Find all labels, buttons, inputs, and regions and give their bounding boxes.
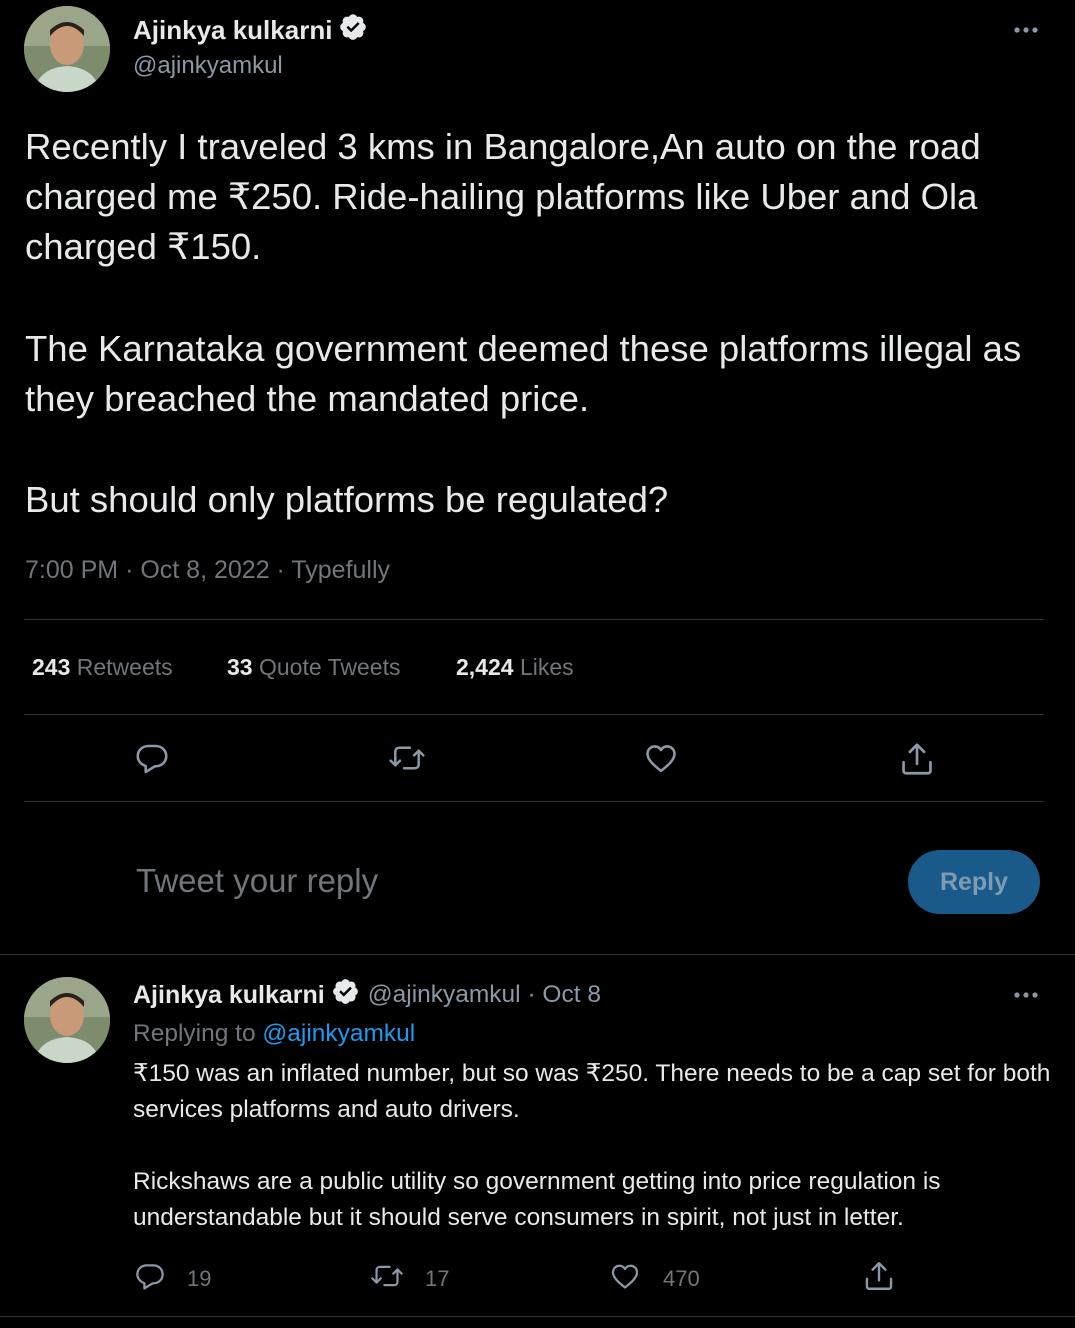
reply-action-like[interactable]: 470 [608,1260,700,1297]
reply-author-handle[interactable]: @ajinkyamkul [368,981,521,1008]
reply-more-options-icon[interactable] [1012,983,1044,1007]
reply-action-reply[interactable]: 19 [134,1260,211,1297]
tweet-date[interactable]: Oct 8, 2022 [140,556,269,584]
reply-text-paragraph-1: ₹150 was an inflated number, but so was … [133,1060,1058,1123]
retweets-count: 243 [32,654,71,680]
separator: · [125,556,134,584]
retweet-icon [370,1260,404,1297]
tweet-metadata: 7:00 PM · Oct 8, 2022 · Typefully [25,556,390,585]
likes-count: 2,424 [456,654,514,680]
like-count: 470 [663,1265,700,1291]
reply-action-retweet[interactable]: 17 [370,1260,449,1297]
reply-text-paragraph-2: Rickshaws are a public utility so govern… [133,1168,948,1231]
divider [24,801,1044,802]
separator: · [276,556,285,584]
retweets-label: Retweets [76,654,173,680]
like-heart-icon [608,1260,642,1297]
author-handle[interactable]: @ajinkyamkul [133,52,283,80]
reply-icon[interactable] [134,740,170,776]
replying-to-mention-link[interactable]: @ajinkyamkul [262,1020,415,1047]
verified-badge-icon [338,12,368,49]
retweet-count: 17 [425,1265,450,1291]
divider [24,714,1044,715]
verified-badge-icon [331,977,360,1013]
reply-header-row: Ajinkya kulkarni @ajinkyamkul · Oct 8 [133,979,601,1011]
tweet-time[interactable]: 7:00 PM [25,556,118,584]
divider [24,619,1044,620]
likes-label: Likes [519,654,574,680]
like-heart-icon[interactable] [642,740,680,776]
tweet-text-paragraph-1: Recently I traveled 3 kms in Bangalore,A… [25,126,991,267]
author-name-row[interactable]: Ajinkya kulkarni [133,12,368,49]
avatar-photo [24,977,110,1063]
composer-avatar [46,834,112,900]
divider [0,954,1075,955]
replying-to-label: Replying to [133,1020,256,1047]
separator: · [527,981,536,1008]
reply-input[interactable]: Tweet your reply [136,862,378,900]
share-icon [862,1262,896,1297]
author-avatar[interactable] [24,6,110,92]
replying-to: Replying to @ajinkyamkul [133,1020,415,1048]
retweets-stat[interactable]: 243 Retweets [32,654,173,681]
quote-tweets-stat[interactable]: 33 Quote Tweets [227,654,400,681]
share-icon[interactable] [898,740,936,778]
tweet-source[interactable]: Typefully [291,556,390,584]
more-options-icon[interactable] [1012,18,1044,42]
author-name[interactable]: Ajinkya kulkarni [133,15,332,46]
avatar-photo [24,6,110,92]
quote-tweets-label: Quote Tweets [258,654,401,680]
reply-icon [134,1260,166,1297]
retweet-icon[interactable] [388,740,426,776]
reply-count: 19 [187,1265,212,1291]
reply-author-avatar[interactable] [24,977,110,1063]
reply-button[interactable]: Reply [908,850,1040,914]
tweet-text-paragraph-2: The Karnataka government deemed these pl… [25,328,1032,419]
tweet-text-paragraph-3: But should only platforms be regulated? [25,479,669,520]
likes-stat[interactable]: 2,424 Likes [456,654,574,681]
reply-author-name[interactable]: Ajinkya kulkarni [133,981,325,1010]
reply-date[interactable]: Oct 8 [542,981,601,1008]
reply-action-share[interactable] [862,1259,896,1298]
quote-tweets-count: 33 [227,654,253,680]
divider [0,1316,1075,1317]
